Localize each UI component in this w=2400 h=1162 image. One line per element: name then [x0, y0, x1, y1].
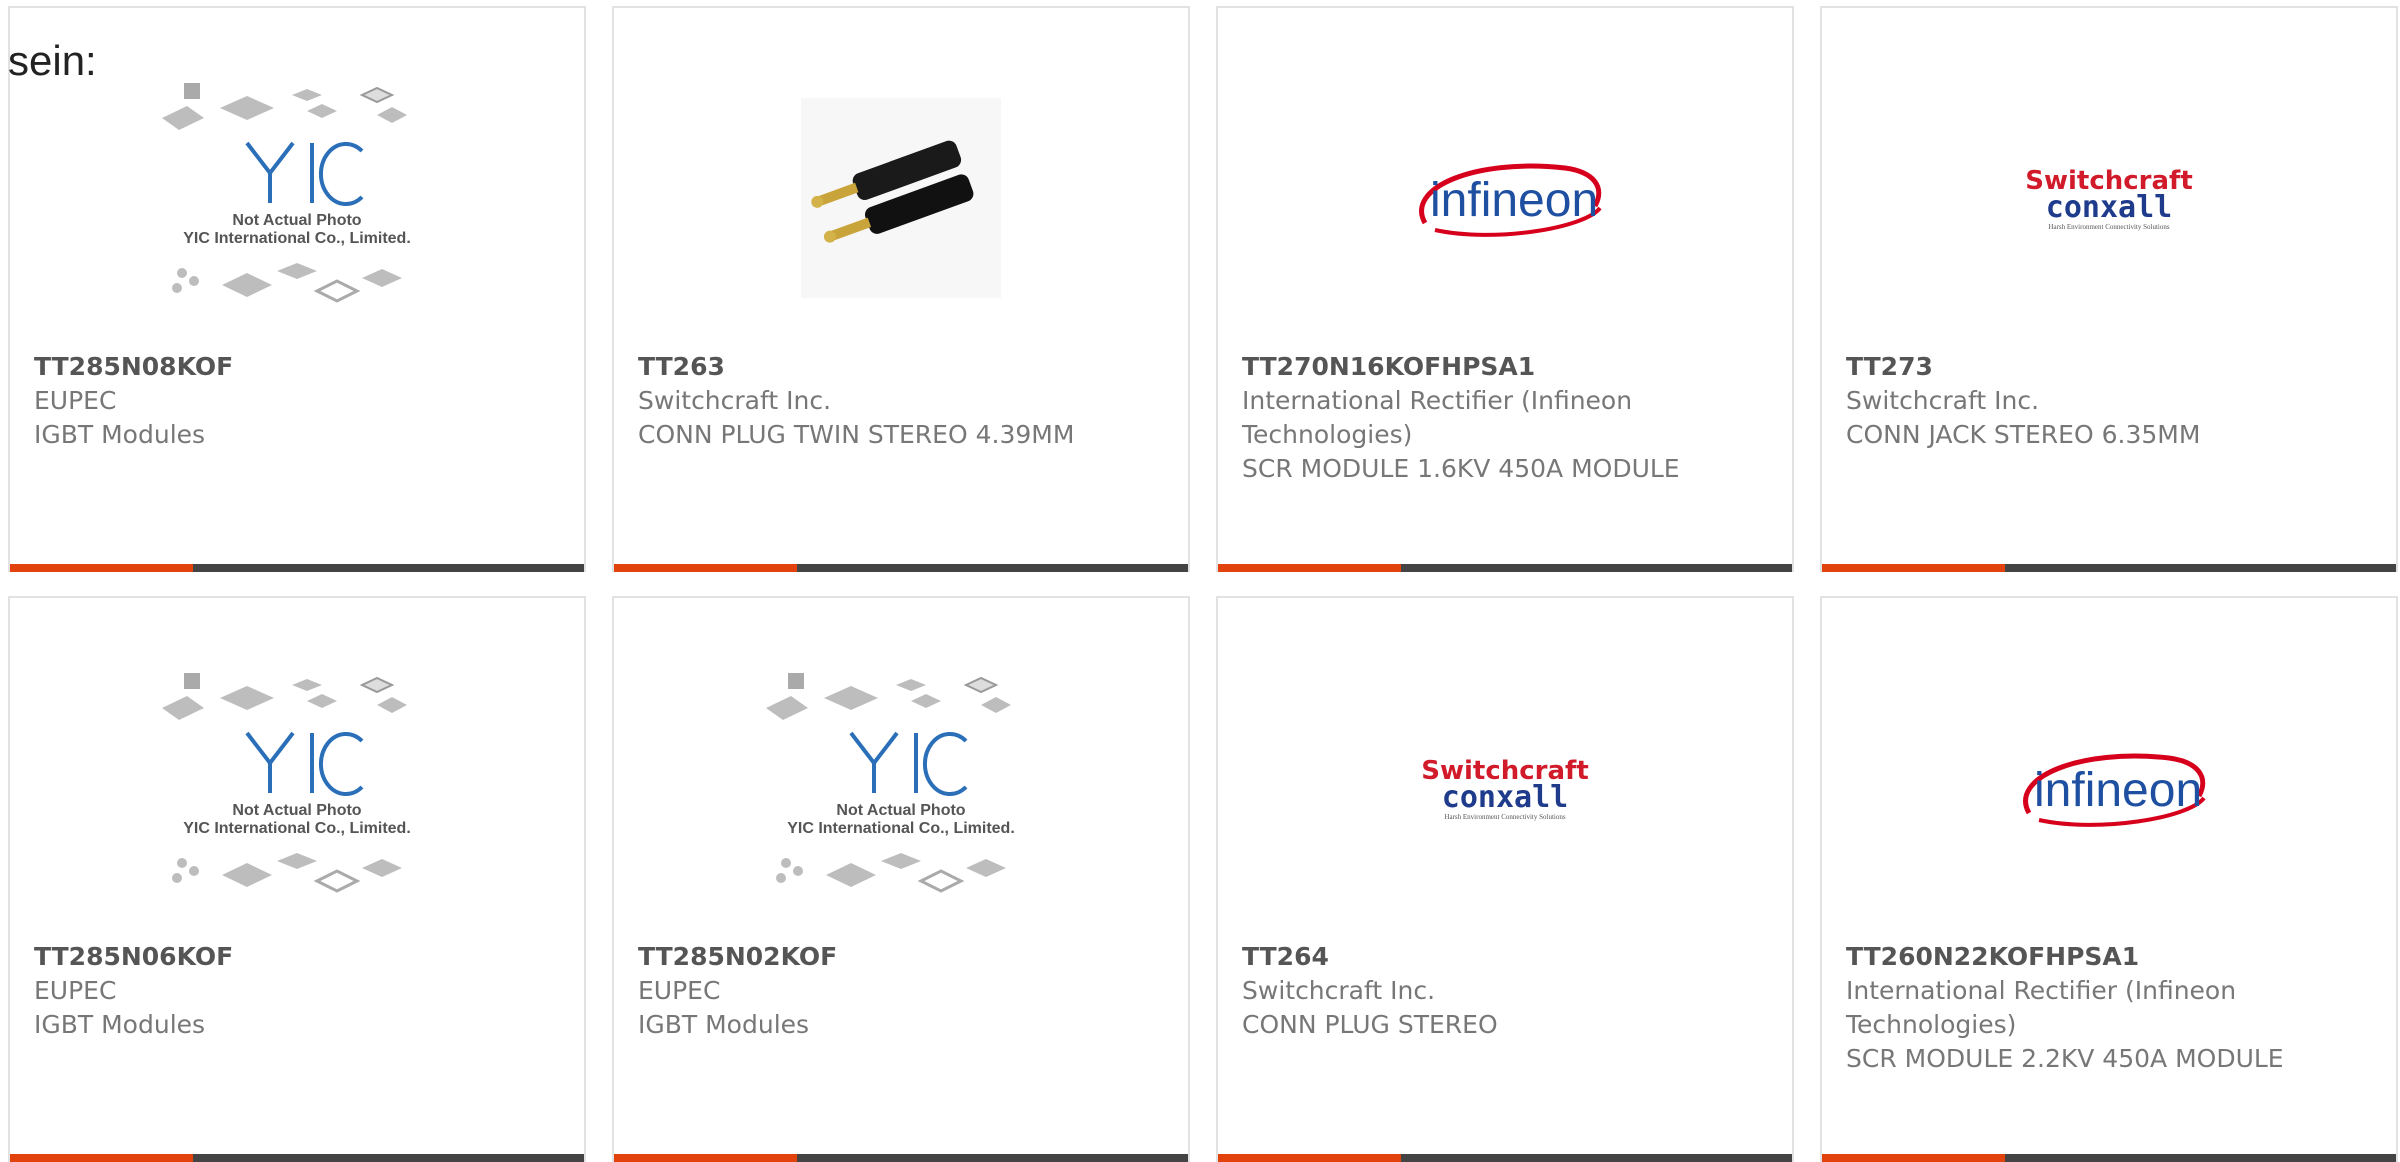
description: SCR MODULE 2.2KV 450A MODULE — [1846, 1044, 2284, 1073]
switchcraft-logo-icon: Switchcraft conxall Harsh Environment Co… — [2025, 166, 2193, 231]
part-number[interactable]: TT270N16KOFHPSA1 — [1242, 350, 1768, 384]
card-accent-bar — [10, 564, 584, 572]
yic-placeholder-icon: Not Actual Photo YIC International Co., … — [162, 83, 411, 303]
manufacturer: Switchcraft Inc. — [638, 386, 832, 415]
product-image: Not Actual Photo YIC International Co., … — [10, 638, 584, 938]
manufacturer: EUPEC — [34, 386, 117, 415]
infineon-logo-icon: infineon — [1419, 163, 1602, 237]
part-number[interactable]: TT285N06KOF — [34, 940, 560, 974]
part-number[interactable]: TT273 — [1846, 350, 2372, 384]
part-number[interactable]: TT285N02KOF — [638, 940, 1164, 974]
part-number[interactable]: TT264 — [1242, 940, 1768, 974]
svg-text:infineon: infineon — [1430, 174, 1598, 227]
product-image — [614, 48, 1188, 348]
yic-placeholder-icon: Not Actual Photo YIC International Co., … — [766, 673, 1015, 893]
manufacturer: Switchcraft Inc. — [1846, 386, 2040, 415]
svg-text:Harsh Environment Connectivity: Harsh Environment Connectivity Solutions — [2048, 223, 2169, 231]
description: IGBT Modules — [638, 1010, 810, 1039]
part-number[interactable]: TT260N22KOFHPSA1 — [1846, 940, 2372, 974]
product-card[interactable]: Not Actual Photo YIC International Co., … — [612, 596, 1190, 1162]
product-card[interactable]: Switchcraft conxall Harsh Environment Co… — [1820, 6, 2398, 572]
description: CONN PLUG TWIN STEREO 4.39MM — [638, 420, 1075, 449]
manufacturer: Switchcraft Inc. — [1242, 976, 1436, 1005]
description: CONN JACK STEREO 6.35MM — [1846, 420, 2201, 449]
product-image: Not Actual Photo YIC International Co., … — [10, 48, 584, 348]
description: CONN PLUG STEREO — [1242, 1010, 1498, 1039]
description: IGBT Modules — [34, 1010, 206, 1039]
svg-text:Harsh Environment Connectivity: Harsh Environment Connectivity Solutions — [1444, 813, 1565, 821]
product-image: Switchcraft conxall Harsh Environment Co… — [1218, 638, 1792, 938]
yic-placeholder-icon: Not Actual Photo YIC International Co., … — [162, 673, 411, 893]
product-image: infineon — [1218, 48, 1792, 348]
product-card[interactable]: Not Actual Photo YIC International Co., … — [8, 596, 586, 1162]
svg-text:infineon: infineon — [2034, 764, 2202, 817]
product-card[interactable]: Not Actual Photo YIC International Co., … — [8, 6, 586, 572]
product-image: Not Actual Photo YIC International Co., … — [614, 638, 1188, 938]
product-image: Switchcraft conxall Harsh Environment Co… — [1822, 48, 2396, 348]
product-card[interactable]: Switchcraft conxall Harsh Environment Co… — [1216, 596, 1794, 1162]
manufacturer: EUPEC — [638, 976, 721, 1005]
svg-text:YIC International Co., Limited: YIC International Co., Limited. — [787, 820, 1015, 837]
svg-text:conxall: conxall — [1442, 780, 1568, 815]
product-card[interactable]: infineon TT260N22KOFHPSA1 International … — [1820, 596, 2398, 1162]
product-card[interactable]: TT263 Switchcraft Inc. CONN PLUG TWIN ST… — [612, 6, 1190, 572]
part-number[interactable]: TT285N08KOF — [34, 350, 560, 384]
svg-text:conxall: conxall — [2046, 190, 2172, 225]
svg-text:Not Actual Photo: Not Actual Photo — [232, 802, 361, 819]
infineon-logo-icon: infineon — [2023, 753, 2206, 827]
manufacturer: International Rectifier (Infineon Techno… — [1846, 976, 2237, 1039]
svg-text:YIC International Co., Limited: YIC International Co., Limited. — [183, 820, 411, 837]
intro-text: sein: — [8, 37, 97, 84]
description: SCR MODULE 1.6KV 450A MODULE — [1242, 454, 1680, 483]
card-accent-bar — [1822, 564, 2396, 572]
manufacturer: EUPEC — [34, 976, 117, 1005]
card-accent-bar — [614, 564, 1188, 572]
switchcraft-logo-icon: Switchcraft conxall Harsh Environment Co… — [1421, 756, 1589, 821]
svg-text:Not Actual Photo: Not Actual Photo — [232, 212, 361, 229]
product-image: infineon — [1822, 638, 2396, 938]
stereo-plug-icon — [801, 98, 1001, 298]
svg-text:Not Actual Photo: Not Actual Photo — [836, 802, 965, 819]
part-number[interactable]: TT263 — [638, 350, 1164, 384]
product-card[interactable]: infineon TT270N16KOFHPSA1 International … — [1216, 6, 1794, 572]
card-accent-bar — [1218, 564, 1792, 572]
svg-text:YIC International Co., Limited: YIC International Co., Limited. — [183, 230, 411, 247]
manufacturer: International Rectifier (Infineon Techno… — [1242, 386, 1633, 449]
description: IGBT Modules — [34, 420, 206, 449]
